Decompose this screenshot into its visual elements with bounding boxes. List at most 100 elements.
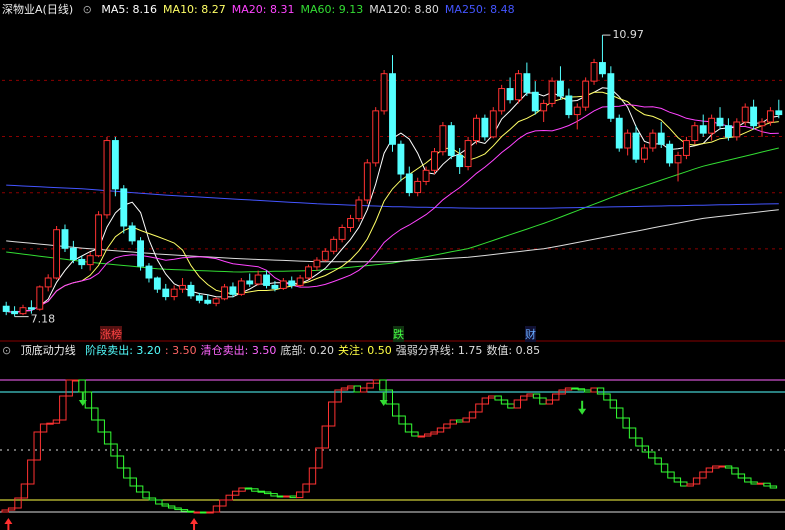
candle-body	[389, 73, 396, 145]
step-segment	[219, 499, 227, 507]
candle-body	[69, 247, 77, 260]
candle-body	[691, 125, 699, 142]
candle-body	[682, 140, 690, 156]
candle-body	[775, 110, 783, 116]
candle-body	[481, 117, 489, 138]
step-segment	[180, 509, 189, 512]
step-segment	[392, 403, 400, 417]
step-segment	[46, 422, 54, 425]
candle-body	[565, 95, 573, 116]
step-segment	[539, 397, 547, 405]
step-segment	[212, 505, 221, 513]
step-segment	[148, 497, 157, 501]
step-segment	[65, 379, 73, 397]
event-tag-finance[interactable]: 财	[525, 326, 536, 342]
ma-legend-item: MA20: 8.31	[231, 3, 295, 16]
candle-body	[548, 80, 556, 104]
candle-body	[649, 132, 657, 149]
step-segment	[443, 423, 451, 429]
step-segment	[359, 387, 368, 393]
step-segment	[718, 465, 726, 468]
step-segment	[411, 431, 419, 437]
stock-chart: 10.97 7.18 深物业A(日线) ⊙ MA5: 8.16 MA10: 8.27…	[0, 0, 785, 530]
step-segment	[526, 393, 534, 397]
step-segment	[257, 490, 265, 493]
step-segment	[110, 443, 118, 457]
step-segment	[481, 397, 490, 405]
step-segment	[7, 507, 16, 511]
main-header: 深物业A(日线) ⊙ MA5: 8.16 MA10: 8.27 MA20: 8.31…	[2, 2, 527, 18]
step-segment	[488, 395, 496, 399]
step-segment	[609, 399, 618, 409]
candle-body	[624, 132, 632, 149]
stock-title[interactable]: 深物业A(日线)	[2, 3, 73, 16]
candle-body	[221, 286, 228, 300]
candle-body	[716, 117, 724, 127]
step-segment	[193, 511, 201, 514]
candle-body	[523, 73, 531, 93]
step-segment	[315, 447, 323, 469]
step-segment	[398, 415, 406, 425]
event-tag-down[interactable]: 跌	[393, 326, 404, 342]
indicator-title[interactable]: 顶底动力线	[21, 344, 76, 357]
candle-body	[766, 110, 774, 123]
step-segment	[225, 494, 233, 501]
candle-body	[271, 284, 279, 289]
candle-body	[363, 162, 371, 201]
step-segment	[654, 457, 662, 465]
step-segment	[468, 411, 477, 419]
event-tag-limit-up[interactable]: 涨榜	[100, 326, 122, 342]
ma-legend-item: MA120: 8.80	[369, 3, 439, 16]
step-segment	[199, 511, 208, 514]
step-segment	[436, 427, 445, 433]
step-segment	[155, 499, 163, 505]
event-tag-text: 跌	[393, 328, 404, 341]
indicator-legend-item: 关注: 0.50	[338, 344, 392, 357]
step-segment	[532, 393, 541, 399]
step-segment	[430, 431, 438, 435]
step-segment	[552, 393, 560, 401]
step-segment	[59, 395, 67, 421]
candle-body	[414, 180, 422, 194]
indicator-legend-item: 清仓卖出: 3.50	[200, 344, 277, 357]
candle-body	[313, 259, 321, 268]
ma-legend-item: MA5: 8.16	[101, 3, 158, 16]
step-segment	[129, 477, 137, 487]
indicator-legend-item: 阶段卖出: 3.20	[85, 344, 161, 357]
candle-body	[78, 258, 86, 266]
collapse-icon[interactable]: ⊙	[2, 344, 11, 357]
step-segment	[635, 437, 643, 447]
candle-body	[212, 298, 220, 304]
step-segment	[52, 419, 61, 424]
candle-body	[431, 151, 438, 171]
candle-body	[246, 280, 254, 285]
step-segment	[705, 467, 714, 473]
step-segment	[187, 510, 195, 513]
collapse-icon[interactable]: ⊙	[83, 3, 92, 16]
candle-body	[27, 307, 35, 310]
ma-legend-item: MA60: 9.13	[300, 3, 364, 16]
step-segment	[756, 482, 765, 485]
indicator-legend-item: : 3.50	[164, 344, 197, 357]
step-segment	[353, 385, 361, 393]
candle-body	[615, 117, 623, 149]
candle-body	[674, 154, 682, 164]
step-segment	[590, 387, 598, 393]
step-segment	[584, 389, 592, 393]
candle-body	[288, 280, 296, 286]
candle-body	[338, 226, 346, 240]
candle-body	[758, 121, 766, 127]
candle-body	[447, 125, 455, 156]
candle-body	[498, 88, 506, 112]
step-segment	[123, 467, 131, 479]
step-segment	[673, 477, 682, 483]
candle-body	[599, 62, 606, 75]
candle-body	[473, 117, 480, 142]
indicator-legend: 阶段卖出: 3.20: 3.50 清仓卖出: 3.50 底部: 0.20 关注: 0.…	[85, 344, 544, 357]
step-segment	[680, 481, 688, 487]
step-segment	[283, 495, 291, 498]
sell-arrow-icon	[578, 400, 587, 415]
step-segment	[571, 387, 579, 390]
step-segment	[97, 419, 105, 433]
candle-body	[279, 280, 287, 289]
